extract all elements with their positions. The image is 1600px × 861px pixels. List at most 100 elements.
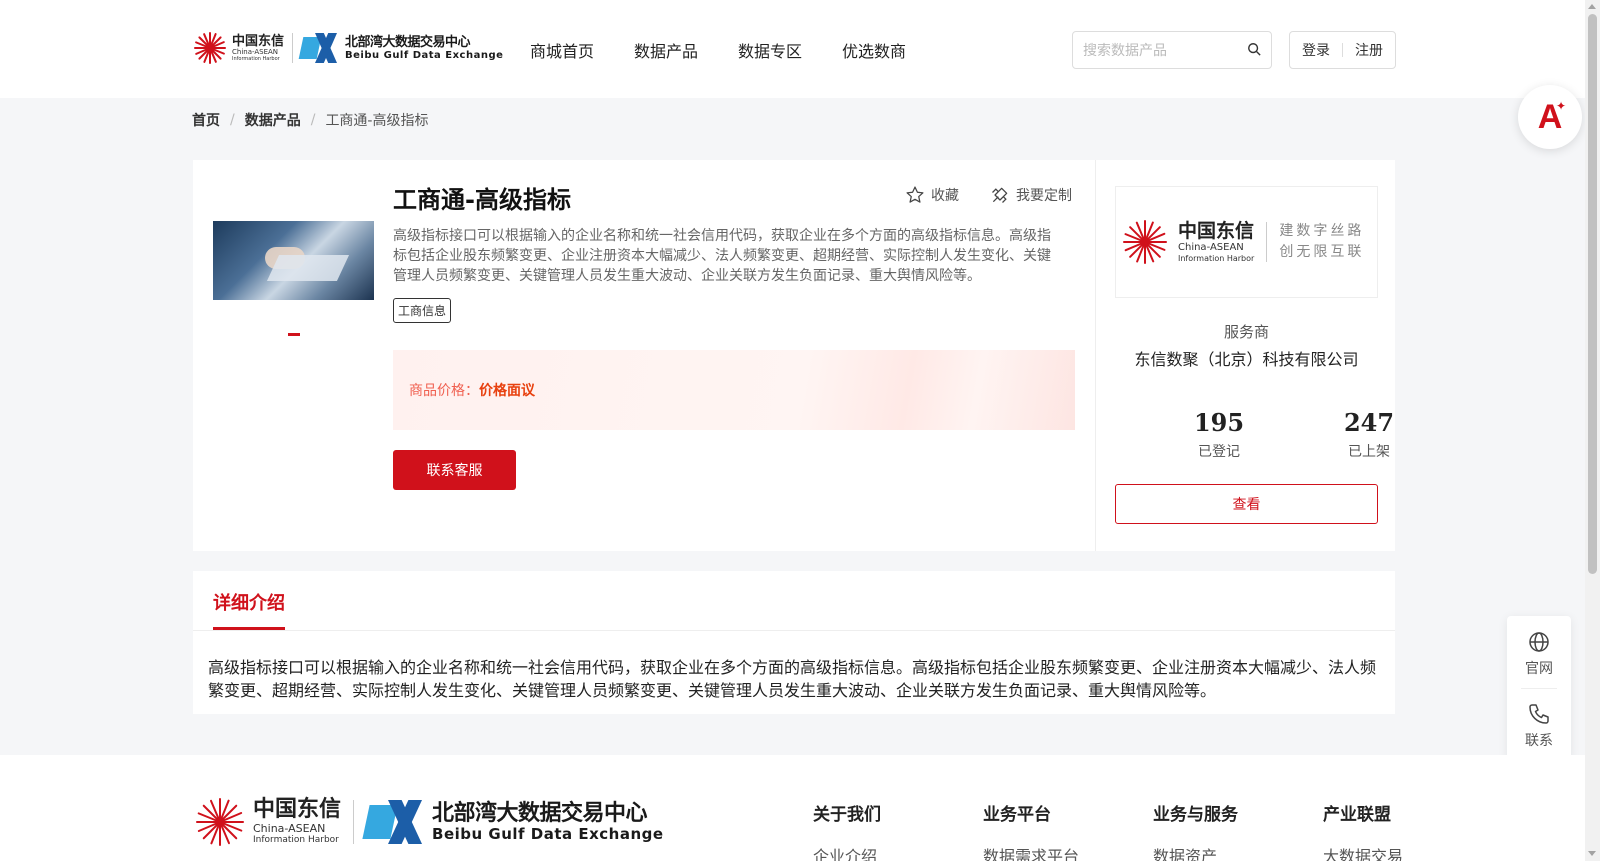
provider-slogan-line1: 建数字丝路 <box>1279 223 1365 239</box>
login-link[interactable]: 登录 <box>1302 40 1330 60</box>
footer-beibu-gulf-icon <box>362 800 426 844</box>
search-box <box>1072 31 1272 69</box>
beibu-gulf-logo-icon <box>298 33 339 63</box>
star-icon <box>906 186 924 203</box>
nav-data-products[interactable]: 数据产品 <box>634 38 698 62</box>
footer-col-about: 关于我们 企业介绍 <box>813 800 881 861</box>
footer-link[interactable]: 数据资产 <box>1153 843 1238 861</box>
register-link[interactable]: 注册 <box>1355 40 1383 60</box>
footer-exchange-en: Beibu Gulf Data Exchange <box>432 824 664 843</box>
card-divider <box>1095 160 1096 551</box>
phone-icon <box>1529 704 1549 724</box>
detail-body: 高级指标接口可以根据输入的企业名称和统一社会信用代码，获取企业在多个方面的高级指… <box>208 658 1377 700</box>
provider-name: 东信数聚（北京）科技有限公司 <box>1134 350 1359 369</box>
footer-col-title: 业务与服务 <box>1153 805 1238 825</box>
breadcrumb-separator: / <box>230 112 235 128</box>
detail-section: 详细介绍 高级指标接口可以根据输入的企业名称和统一社会信用代码，获取企业在多个方… <box>193 571 1395 714</box>
footer-col-title: 产业联盟 <box>1323 805 1391 825</box>
provider-logo-divider <box>1266 222 1268 262</box>
breadcrumb: 首页 / 数据产品 / 工商通-高级指标 <box>192 110 429 130</box>
carousel-indicator[interactable] <box>288 333 300 336</box>
auth-box: 登录 注册 <box>1289 31 1396 69</box>
footer-col-title: 关于我们 <box>813 805 881 825</box>
footer-exchange-cn: 北部湾大数据交易中心 <box>432 800 648 826</box>
registered-stat: 195 已登记 <box>1169 408 1269 461</box>
footer-logo-cn: 中国东信 <box>253 797 342 822</box>
registered-count: 195 <box>1193 408 1245 437</box>
footer-link[interactable]: 大数据交易 <box>1323 843 1403 861</box>
customize-label: 我要定制 <box>1016 188 1072 204</box>
footer-logo-divider <box>353 800 355 844</box>
logo-cn-text: 中国东信 <box>232 33 285 49</box>
footer-logo[interactable]: 中国东信 China-ASEAN Information Harbor 北部湾大… <box>193 795 664 849</box>
footer-col-title: 业务平台 <box>983 805 1051 825</box>
product-image[interactable] <box>213 221 374 300</box>
footer-link[interactable]: 企业介绍 <box>813 843 881 861</box>
provider-burst-icon <box>1120 217 1170 267</box>
view-provider-button[interactable]: 查看 <box>1115 484 1378 524</box>
ai-assistant-button[interactable]: A ✦ <box>1518 85 1582 149</box>
scroll-down-arrow-icon[interactable] <box>1588 851 1596 856</box>
price-panel: 商品价格： 价格面议 <box>393 350 1075 430</box>
footer-burst-icon <box>193 795 247 849</box>
price-label: 商品价格： <box>409 383 479 399</box>
listed-label: 已上架 <box>1348 444 1390 460</box>
category-tag[interactable]: 工商信息 <box>393 298 452 323</box>
nav-home[interactable]: 商城首页 <box>530 38 594 62</box>
breadcrumb-home[interactable]: 首页 <box>192 110 220 130</box>
auth-divider <box>1342 43 1343 57</box>
top-navbar: 中国东信 China-ASEAN Information Harbor 北部湾大… <box>0 0 1585 98</box>
scrollbar-thumb[interactable] <box>1588 14 1597 574</box>
side-divider <box>1521 688 1557 689</box>
provider-logo: 中国东信 China-ASEAN Information Harbor 建数字丝… <box>1115 186 1378 298</box>
logo-en-sub-text: Information Harbor <box>232 55 280 62</box>
china-asean-burst-icon <box>192 30 228 66</box>
exchange-en-text: Beibu Gulf Data Exchange <box>345 49 504 61</box>
customize-icon <box>992 187 1008 203</box>
sparkle-icon: ✦ <box>1555 99 1566 113</box>
provider-slogan: 建数字丝路 创无限互联 <box>1279 221 1364 263</box>
product-title: 工商通-高级指标 <box>393 186 571 214</box>
customize-button[interactable]: 我要定制 <box>990 185 1072 205</box>
registered-label: 已登记 <box>1198 444 1240 460</box>
provider-logo-cn: 中国东信 <box>1178 219 1255 242</box>
website-link[interactable]: 官网 <box>1507 630 1571 678</box>
footer-col-platform: 业务平台 数据需求平台 <box>983 800 1079 861</box>
nav-preferred-merchants[interactable]: 优选数商 <box>842 38 906 62</box>
nav-data-zone[interactable]: 数据专区 <box>738 38 802 62</box>
contact-service-button[interactable]: 联系客服 <box>393 450 516 490</box>
footer-col-alliance: 产业联盟 大数据交易 <box>1323 800 1403 861</box>
website-label: 官网 <box>1525 661 1553 677</box>
exchange-cn-text: 北部湾大数据交易中心 <box>345 34 471 50</box>
listed-count: 247 <box>1343 408 1395 437</box>
active-tab-underline <box>213 627 285 630</box>
listed-stat: 247 已上架 <box>1319 408 1419 461</box>
search-input[interactable] <box>1073 32 1233 68</box>
floating-side-panel: 官网 联系 <box>1507 616 1571 760</box>
provider-logo-en: China-ASEAN <box>1178 241 1244 253</box>
footer-link[interactable]: 数据需求平台 <box>983 843 1079 861</box>
tab-detail-intro[interactable]: 详细介绍 <box>213 589 285 615</box>
search-icon[interactable] <box>1247 42 1261 56</box>
favorite-label: 收藏 <box>931 188 959 204</box>
breadcrumb-current: 工商通-高级指标 <box>325 113 429 129</box>
footer-col-services: 业务与服务 数据资产 <box>1153 800 1238 861</box>
scroll-up-arrow-icon[interactable] <box>1588 4 1596 9</box>
provider-role: 服务商 <box>1223 323 1269 341</box>
price-value: 价格面议 <box>479 383 535 399</box>
footer-logo-en: China-ASEAN <box>253 822 326 835</box>
breadcrumb-data-products[interactable]: 数据产品 <box>245 110 301 130</box>
product-card: 工商通-高级指标 收藏 我要定制 高级指标接口可以根据输入的企业名称和统一社会信… <box>193 160 1395 551</box>
contact-label: 联系 <box>1525 733 1553 749</box>
main-nav: 商城首页 数据产品 数据专区 优选数商 <box>530 38 946 62</box>
favorite-button[interactable]: 收藏 <box>905 185 959 205</box>
site-logo[interactable]: 中国东信 China-ASEAN Information Harbor 北部湾大… <box>192 30 503 66</box>
footer-logo-en-sub: Information Harbor <box>253 835 339 845</box>
provider-logo-en-sub: Information Harbor <box>1178 253 1255 263</box>
logo-divider <box>292 33 294 63</box>
globe-icon <box>1529 632 1549 652</box>
provider-slogan-line2: 创无限互联 <box>1279 244 1365 260</box>
tab-divider <box>193 630 1395 631</box>
contact-link[interactable]: 联系 <box>1507 702 1571 750</box>
logo-en-text: China-ASEAN <box>232 47 279 56</box>
